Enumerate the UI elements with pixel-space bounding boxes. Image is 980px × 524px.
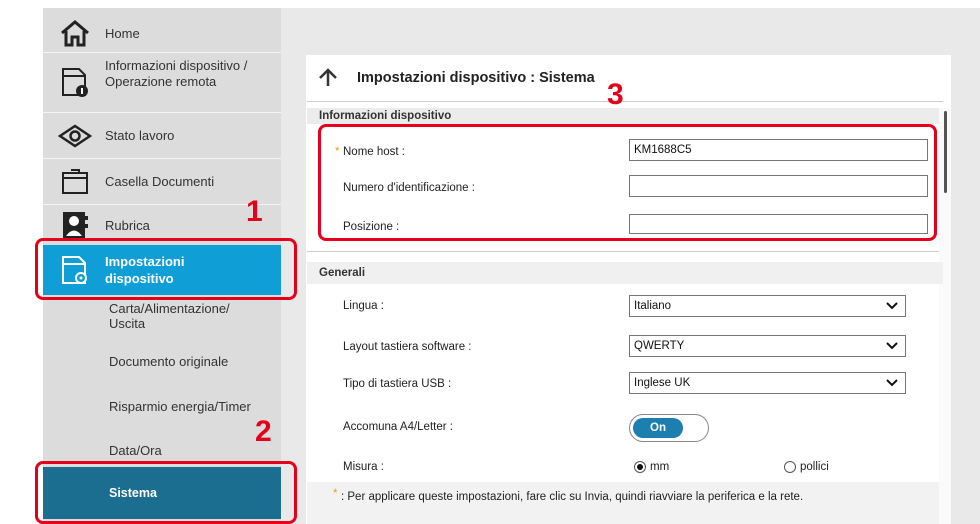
language-select[interactable]: Italiano [629,295,906,317]
keyboard-layout-select[interactable]: QWERTY [629,335,906,357]
sidebar-item-label: Home [105,25,140,41]
select-value: QWERTY [634,340,685,352]
keyboard-layout-label: Layout tastiera software : [343,341,472,353]
measure-label: Misura : [343,461,384,473]
toggle-on-label: On [633,418,683,438]
highlight-box-3 [318,124,937,241]
annotation-number-2: 2 [255,415,272,448]
usb-keyboard-select[interactable]: Inglese UK [629,372,906,394]
radio-inches[interactable] [784,461,796,473]
a4-letter-label: Accomuna A4/Letter : [343,421,453,433]
sidebar-item-label: Casella Documenti [105,174,215,189]
sidebar-item-label: Informazioni dispositivo / Operazione re… [105,58,248,89]
address-book-icon [57,209,93,241]
sidebar-item-label: Stato lavoro [105,128,175,143]
sidebar-subitem-paper[interactable]: Carta/Alimentazione/ Uscita [109,301,269,331]
sidebar-item-job-status[interactable]: Stato lavoro [43,113,281,158]
footer-note: * : Per applicare queste impostazioni, f… [307,482,939,524]
language-label: Lingua : [343,300,384,312]
sidebar-subitem-energy[interactable]: Risparmio energia/Timer [109,399,251,414]
annotation-number-1: 1 [246,195,263,228]
usb-keyboard-label: Tipo di tastiera USB : [343,378,452,390]
select-value: Italiano [634,300,672,312]
sidebar-subitem-original[interactable]: Documento originale [109,354,228,369]
sidebar-item-home[interactable]: Home [43,14,281,52]
scrollbar[interactable] [939,108,951,524]
footer-text: : Per applicare queste impostazioni, far… [341,491,804,503]
page-title: Impostazioni dispositivo : Sistema [357,70,595,86]
sidebar-subitem-datetime[interactable]: Data/Ora [109,443,162,458]
scrollbar-thumb[interactable] [944,111,947,193]
sidebar-item-device-info[interactable]: Informazioni dispositivo / Operazione re… [43,53,281,112]
radio-mm-label: mm [650,461,670,473]
chevron-down-icon [885,299,899,320]
sidebar-item-label: Rubrica [105,217,150,233]
annotation-number-3: 3 [607,78,624,111]
select-value: Inglese UK [634,377,691,389]
radio-mm[interactable] [634,461,646,473]
a4-letter-toggle[interactable]: On [629,414,709,442]
home-icon [57,17,93,49]
folder-icon [57,166,93,198]
chevron-down-icon [885,339,899,360]
eye-icon [57,120,93,152]
radio-inches-label: pollici [800,461,829,473]
back-arrow-icon[interactable] [317,68,339,93]
highlight-box-1 [35,238,297,300]
device-info-icon [57,66,93,98]
section-header-general: Generali [307,262,943,284]
footer-mark: * [333,488,338,500]
section-header-device-info: Informazioni dispositivo [307,108,943,124]
chevron-down-icon [885,376,899,397]
highlight-box-2 [35,461,297,524]
